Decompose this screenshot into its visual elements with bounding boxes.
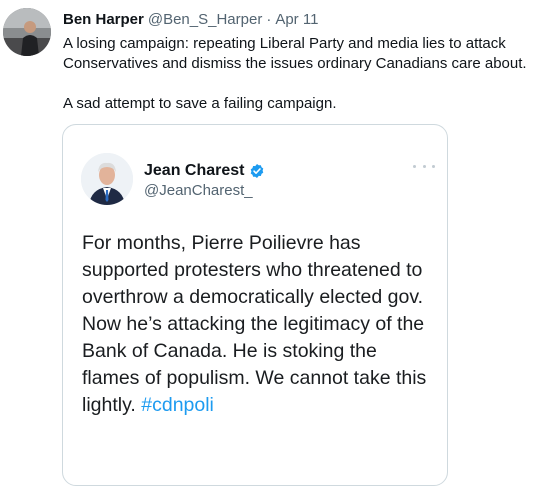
quoted-tweet-body: For months, Pierre Poilievre has support…	[82, 232, 427, 416]
quoted-author-handle[interactable]: @JeanCharest_	[144, 182, 253, 199]
more-options-dot	[422, 164, 426, 168]
author-handle[interactable]: @Ben_S_Harper	[148, 11, 262, 28]
tweet-text-paragraph-2: A sad attempt to save a failing campaign…	[63, 95, 337, 112]
author-avatar[interactable]	[3, 8, 51, 56]
verified-badge-icon	[249, 163, 265, 179]
more-options-dot	[413, 164, 416, 168]
author-avatar-photo	[3, 8, 51, 56]
tweet-header: Ben Harper @Ben_S_Harper · Apr 11	[63, 11, 318, 29]
tweet-text-paragraph-1: A losing campaign: repeating Liberal Par…	[63, 35, 527, 72]
header-separator: ·	[266, 11, 272, 28]
author-name[interactable]: Ben Harper	[63, 11, 144, 28]
tweet: Ben Harper @Ben_S_Harper · Apr 11 A losing …	[0, 0, 543, 486]
tweet-text: A losing campaign: repeating Liberal Par…	[63, 34, 533, 114]
quoted-tweet-text: For months, Pierre Poilievre has support…	[82, 230, 434, 419]
quoted-author-avatar[interactable]	[81, 153, 133, 205]
hashtag-link[interactable]: #cdnpoli	[141, 394, 214, 416]
quoted-author-name-row: Jean Charest	[144, 161, 265, 180]
quoted-tweet-card[interactable]: Jean Charest @JeanCharest_ For months, P…	[62, 124, 448, 486]
more-options-icon[interactable]	[413, 161, 435, 171]
more-options-dot	[432, 164, 435, 168]
tweet-date[interactable]: Apr 11	[275, 11, 318, 28]
quoted-author-name[interactable]: Jean Charest	[144, 161, 245, 180]
quoted-author-avatar-photo	[81, 153, 133, 205]
